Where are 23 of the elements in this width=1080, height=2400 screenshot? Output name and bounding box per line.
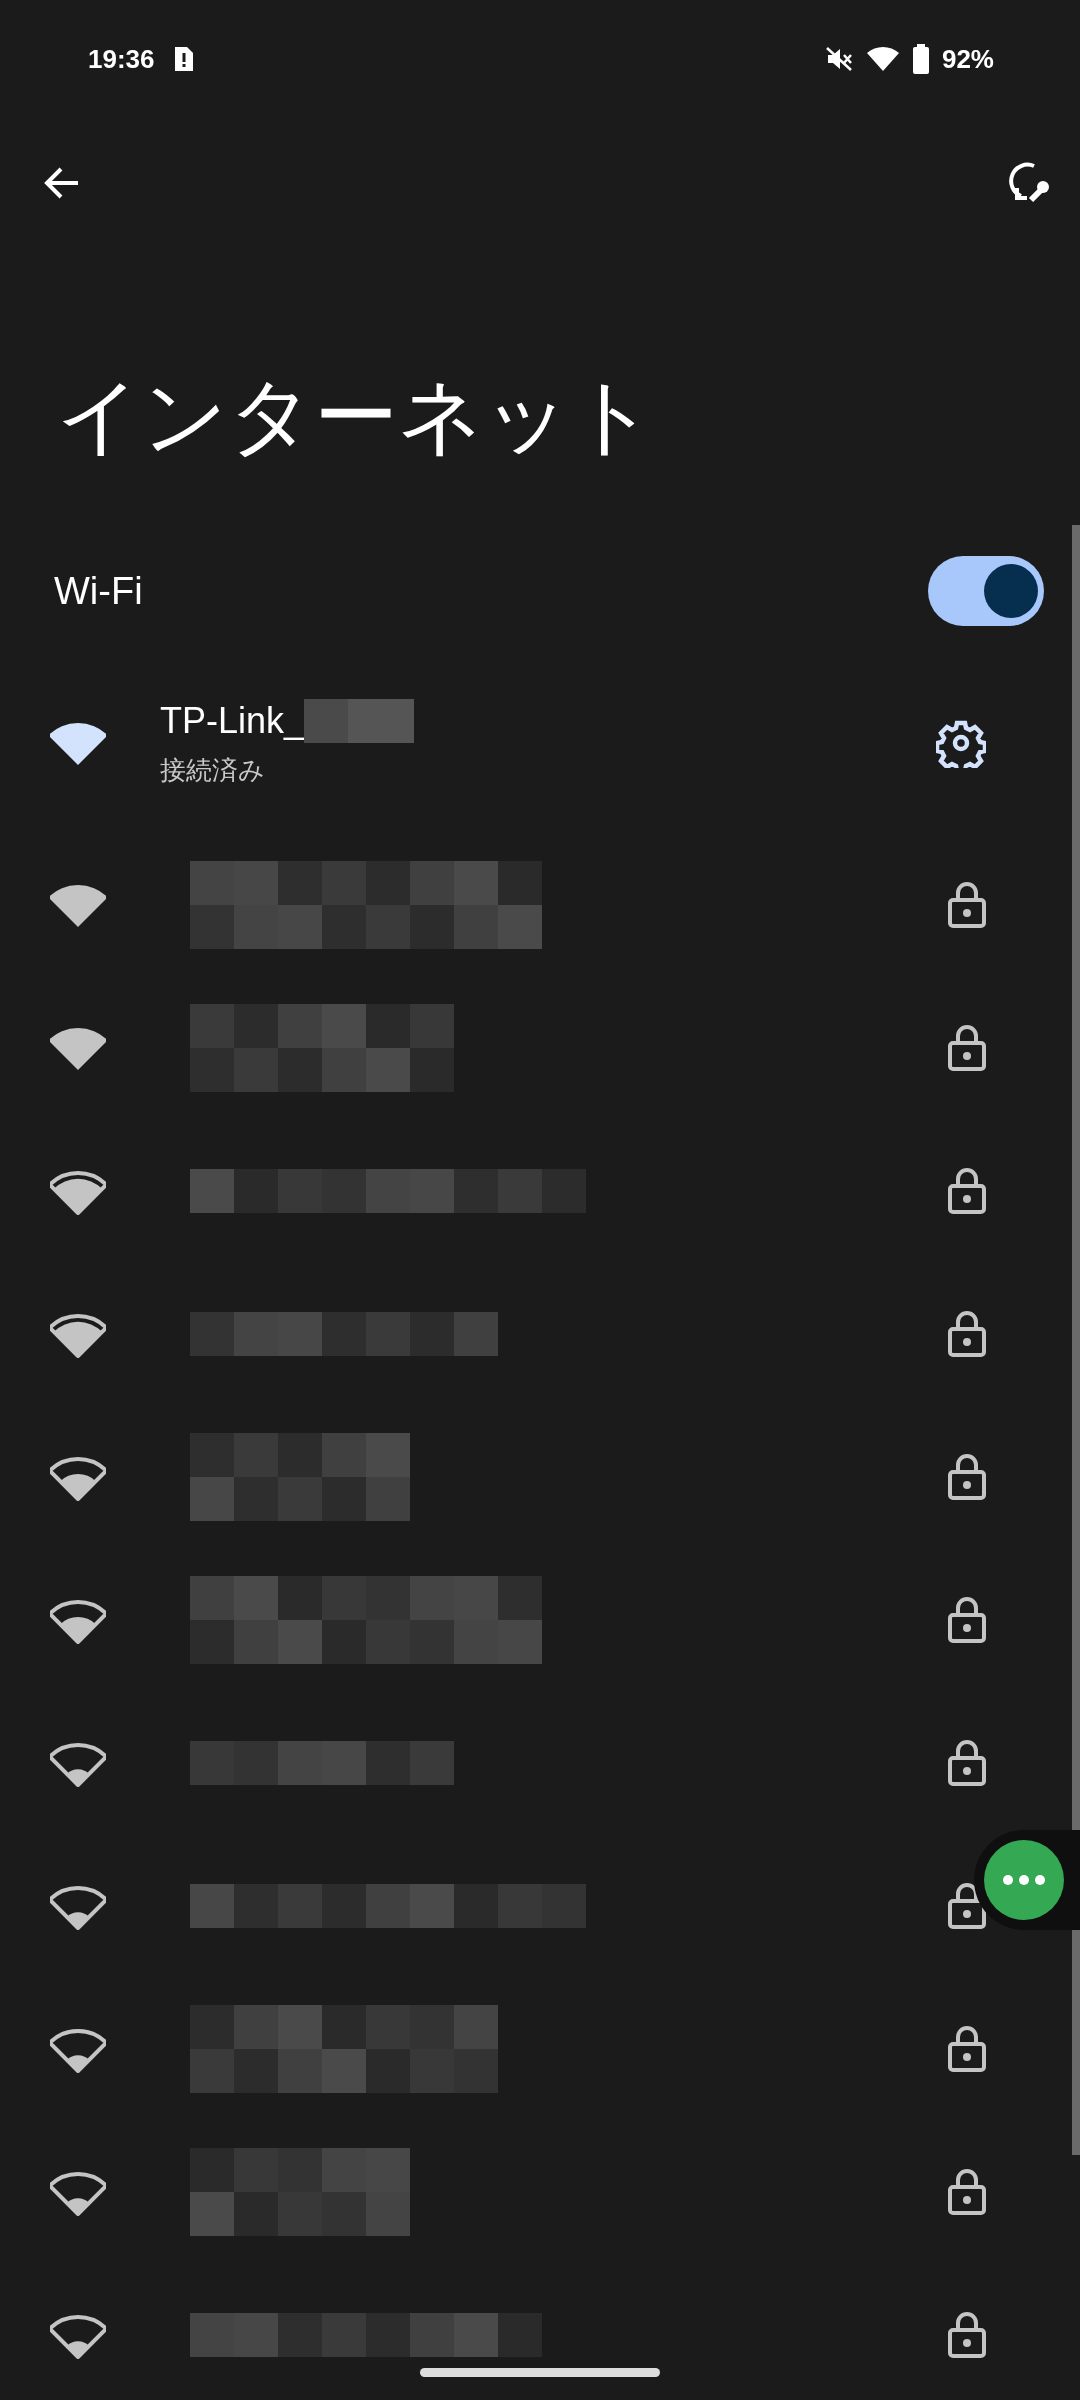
lock-icon [948, 1453, 986, 1500]
battery-icon [911, 44, 930, 74]
lock-icon [948, 1882, 986, 1929]
connection-status: 接続済み [160, 753, 266, 787]
page-title: インターネット [55, 368, 657, 465]
lock-icon [948, 2168, 986, 2215]
sim-alert-icon [172, 45, 195, 73]
floating-bubble[interactable] [974, 1830, 1080, 1930]
lock-icon [948, 2025, 986, 2072]
clock-time: 19:36 [88, 43, 155, 75]
lock-icon [948, 2311, 986, 2358]
network-name[interactable]: TP-Link_ [160, 699, 305, 742]
lock-icon [948, 881, 986, 928]
wifi-label: Wi-Fi [54, 569, 143, 613]
lock-icon [948, 1310, 986, 1357]
lock-icon [948, 1596, 986, 1643]
more-dots-icon [1002, 1874, 1046, 1886]
lock-icon [948, 1739, 986, 1786]
lock-icon [948, 1024, 986, 1071]
lock-icon [948, 1167, 986, 1214]
settings-gear-icon[interactable] [936, 718, 986, 768]
wifi-icon [865, 45, 900, 73]
battery-percent: 92% [941, 43, 994, 75]
